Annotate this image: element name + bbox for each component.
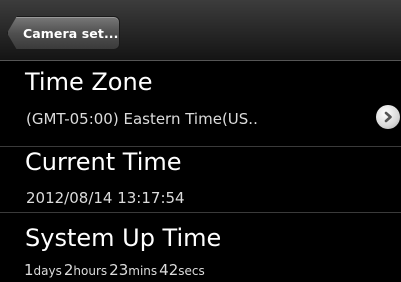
system-up-time-value: 1 days 2 hours 23 mins 42 secs xyxy=(24,261,207,280)
action-bar: Camera set... xyxy=(0,0,401,61)
uptime-hours-unit: hours xyxy=(73,264,108,278)
time-zone-title: Time Zone xyxy=(25,68,153,96)
current-time-row: Current Time 2012/08/14 13:17:54 xyxy=(0,147,401,213)
uptime-secs: 42 xyxy=(159,261,179,279)
uptime-days: 1 xyxy=(24,261,34,279)
system-up-time-title: System Up Time xyxy=(25,224,222,252)
chevron-right-icon[interactable] xyxy=(376,105,400,129)
uptime-days-unit: days xyxy=(33,264,62,278)
chevron-right-glyph xyxy=(384,111,392,123)
uptime-mins: 23 xyxy=(109,261,129,279)
time-zone-value: (GMT-05:00) Eastern Time(US.. xyxy=(26,110,258,128)
system-up-time-row: System Up Time 1 days 2 hours 23 mins 42… xyxy=(0,213,401,282)
current-time-value: 2012/08/14 13:17:54 xyxy=(26,189,185,207)
time-zone-row[interactable]: Time Zone (GMT-05:00) Eastern Time(US.. xyxy=(0,61,401,147)
camera-settings-screen: Camera set... Time Zone (GMT-05:00) East… xyxy=(0,0,401,282)
back-button-label: Camera set... xyxy=(23,25,119,41)
current-time-title: Current Time xyxy=(25,148,182,176)
uptime-hours: 2 xyxy=(63,261,74,279)
uptime-secs-unit: secs xyxy=(178,264,205,278)
uptime-mins-unit: mins xyxy=(128,264,158,278)
back-button[interactable]: Camera set... xyxy=(7,16,120,50)
